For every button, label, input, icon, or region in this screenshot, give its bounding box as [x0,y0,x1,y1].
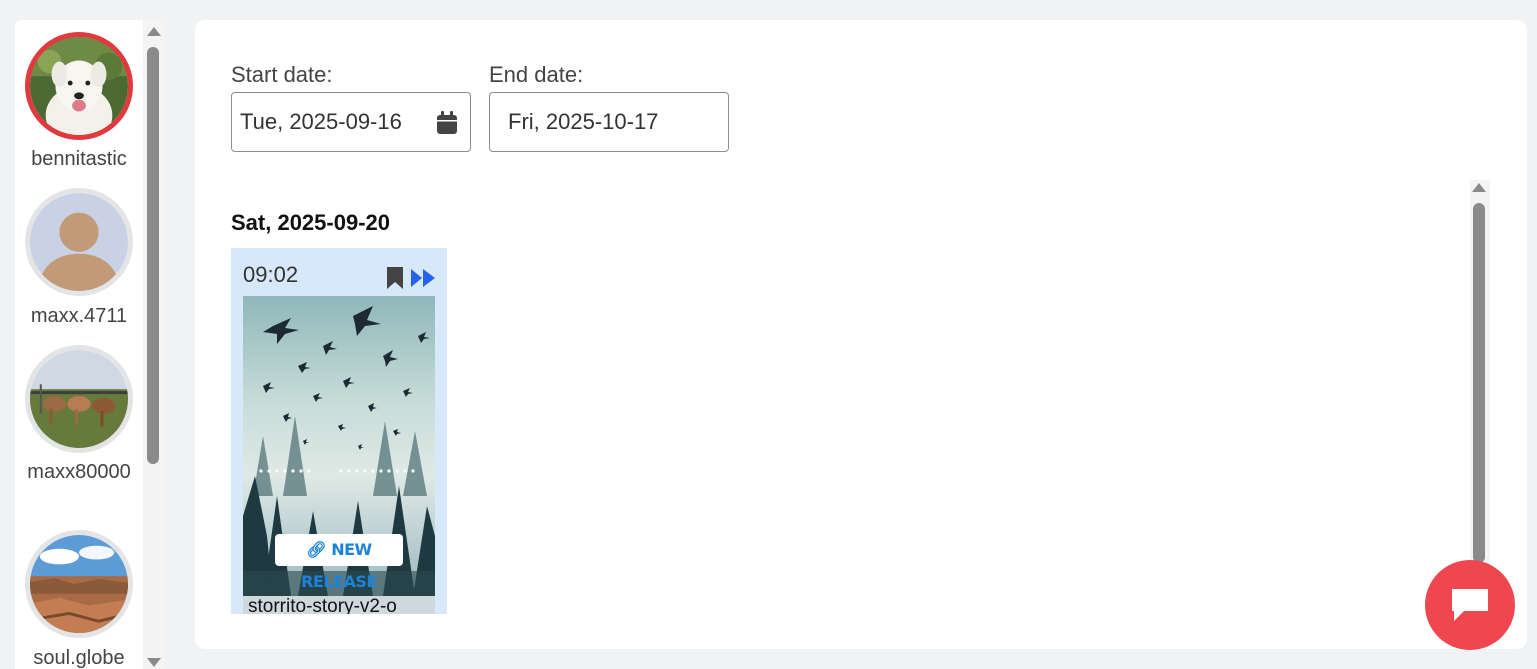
stories-scrollbar[interactable] [1470,180,1490,580]
scrollbar-thumb[interactable] [1473,203,1485,563]
user-sidebar: bennitastic maxx.4711 maxx80000 soul.glo… [15,20,165,669]
sidebar-scrollbar[interactable] [143,20,165,669]
user-name: soul.globe [33,647,125,669]
link-icon: 🔗︎ [306,540,327,559]
scroll-up-arrow-icon[interactable] [1472,183,1486,192]
end-date-value: Fri, 2025-10-17 [508,109,659,134]
user-name: maxx.4711 [30,305,128,327]
scroll-up-arrow-icon[interactable] [147,27,161,36]
scroll-down-arrow-icon[interactable] [147,658,161,667]
main-panel: Start date: Tue, 2025-09-16 End date: Fr… [195,20,1527,649]
story-thumbnail[interactable]: 🔗︎ NEW RELEASE [243,296,435,596]
user-name: bennitastic [31,148,127,170]
start-date-value: Tue, 2025-09-16 [240,109,402,134]
story-card[interactable]: 09:02 🔗︎ NEW RELEASE storrito-story-v2-o [231,248,447,614]
scrollbar-thumb[interactable] [147,47,159,464]
user-name: maxx80000 [27,461,131,483]
fast-forward-icon[interactable] [410,268,436,288]
avatar[interactable] [25,32,133,140]
end-date-input[interactable]: Fri, 2025-10-17 [489,92,729,152]
start-date-input[interactable]: Tue, 2025-09-16 [231,92,471,152]
calendar-icon[interactable] [436,111,458,135]
avatar[interactable] [25,345,133,453]
chat-button[interactable] [1425,560,1515,650]
story-link-badge[interactable]: 🔗︎ NEW RELEASE [275,534,403,591]
chat-bubble-icon [1452,589,1488,621]
bookmark-icon[interactable] [386,266,404,290]
story-caption: storrito-story-v2-o [243,596,435,614]
start-date-label: Start date: [231,62,333,87]
day-heading: Sat, 2025-09-20 [231,210,390,235]
avatar[interactable] [25,530,133,638]
story-time: 09:02 [243,262,299,287]
end-date-label: End date: [489,62,584,87]
avatar[interactable] [25,188,133,296]
